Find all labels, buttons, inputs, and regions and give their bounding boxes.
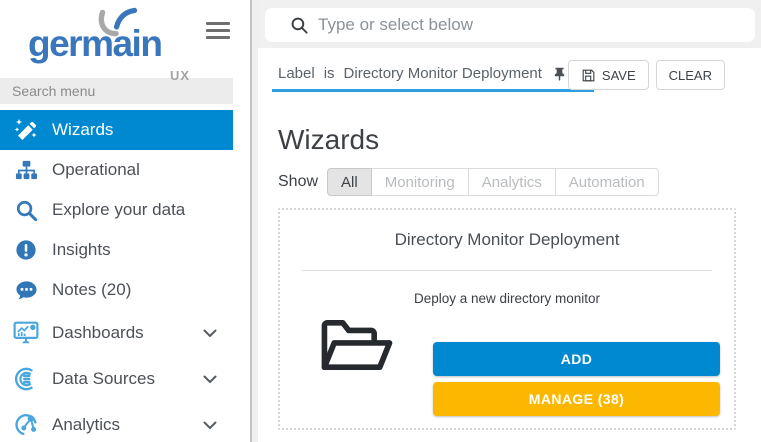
card-subtitle: Deploy a new directory monitor	[294, 291, 720, 306]
sidebar-item-data-sources[interactable]: Data Sources	[0, 356, 233, 402]
sidebar-item-label: Wizards	[52, 120, 113, 140]
sidebar-item-label: Data Sources	[52, 369, 155, 389]
chat-bubble-icon	[13, 277, 39, 303]
show-label: Show	[278, 173, 318, 191]
sidebar-item-wizards[interactable]: Wizards	[0, 110, 233, 150]
sidebar-item-label: Explore your data	[52, 200, 185, 220]
top-search-strip	[258, 0, 761, 48]
sidebar-item-notes[interactable]: Notes (20)	[0, 270, 233, 310]
sidebar-scrollbar[interactable]	[250, 0, 258, 442]
chevron-down-icon	[203, 329, 217, 338]
sidebar-item-dashboards[interactable]: Dashboards	[0, 310, 233, 356]
folder-open-icon	[320, 318, 394, 377]
card-buttons: ADD MANAGE (38)	[433, 342, 720, 416]
filter-value: Directory Monitor Deployment	[344, 65, 542, 82]
card-divider	[302, 270, 712, 271]
alert-circle-icon	[13, 237, 39, 263]
chevron-down-icon	[203, 375, 217, 384]
main-search-input[interactable]	[318, 15, 755, 35]
sitemap-icon	[13, 157, 39, 183]
monitor-chart-icon	[13, 320, 39, 346]
clear-button-label: CLEAR	[669, 68, 712, 83]
save-button-label: SAVE	[602, 68, 636, 83]
tab-monitoring[interactable]: Monitoring	[372, 168, 469, 196]
sidebar-item-label: Notes (20)	[52, 280, 131, 300]
filter-bar: Label is Directory Monitor Deployment	[258, 60, 761, 110]
show-tab-group: All Monitoring Analytics Automation	[327, 168, 659, 196]
logo-area: germain UX	[0, 0, 250, 78]
sidebar-item-explore-your-data[interactable]: Explore your data	[0, 190, 233, 230]
sidebar-search-input[interactable]	[0, 78, 233, 104]
main-search[interactable]	[265, 8, 755, 42]
clear-button[interactable]: CLEAR	[656, 60, 725, 90]
filter-chip[interactable]: Label is Directory Monitor Deployment	[272, 62, 594, 92]
search-icon	[13, 197, 39, 223]
show-filter-row: Show All Monitoring Analytics Automation	[278, 168, 761, 196]
page-title: Wizards	[278, 123, 761, 157]
app-root: germain UX Wizards	[0, 0, 761, 442]
sidebar-item-analytics[interactable]: Analytics	[0, 402, 233, 442]
brand-sub: UX	[170, 68, 190, 83]
chevron-down-icon	[203, 421, 217, 430]
magic-wand-icon	[13, 117, 39, 143]
sidebar-item-label: Dashboards	[52, 323, 144, 343]
tab-automation[interactable]: Automation	[556, 168, 659, 196]
card-title: Directory Monitor Deployment	[294, 230, 720, 250]
tab-analytics[interactable]: Analytics	[469, 168, 556, 196]
filter-operator: is	[324, 65, 335, 82]
wizard-card: Directory Monitor Deployment Deploy a ne…	[278, 208, 736, 430]
sidebar: germain UX Wizards	[0, 0, 250, 442]
share-nodes-icon	[13, 412, 39, 438]
sidebar-item-insights[interactable]: Insights	[0, 230, 233, 270]
main-content: Label is Directory Monitor Deployment	[258, 0, 761, 442]
manage-button[interactable]: MANAGE (38)	[433, 382, 720, 416]
logo: germain UX	[28, 24, 198, 64]
tab-all[interactable]: All	[327, 168, 372, 196]
save-button[interactable]: SAVE	[568, 60, 649, 90]
add-button[interactable]: ADD	[433, 342, 720, 376]
database-signal-icon	[13, 366, 39, 392]
sidebar-item-operational[interactable]: Operational	[0, 150, 233, 190]
sidebar-item-label: Operational	[52, 160, 140, 180]
search-icon	[290, 16, 309, 35]
menu-toggle-icon[interactable]	[206, 22, 230, 43]
logo-swoosh-icon	[90, 3, 148, 45]
sidebar-item-label: Analytics	[52, 415, 120, 435]
card-body: ADD MANAGE (38)	[294, 318, 720, 416]
filter-actions: SAVE CLEAR	[561, 60, 725, 90]
sidebar-nav: Wizards Operational	[0, 110, 250, 442]
filter-field: Label	[278, 65, 315, 82]
save-icon	[581, 68, 596, 83]
sidebar-item-label: Insights	[52, 240, 111, 260]
